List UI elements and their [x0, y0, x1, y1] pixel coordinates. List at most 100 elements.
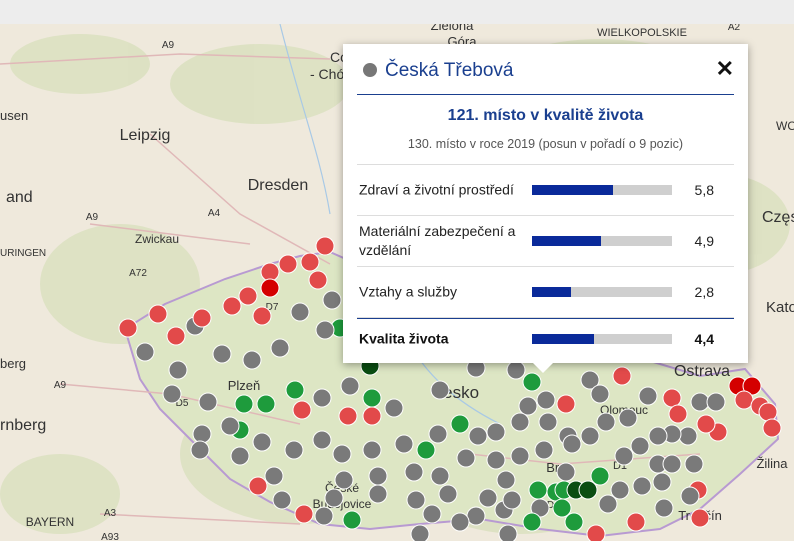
city-marker[interactable]	[252, 432, 272, 452]
city-marker[interactable]	[212, 344, 232, 364]
city-marker[interactable]	[468, 426, 488, 446]
city-marker[interactable]	[338, 406, 358, 426]
city-marker[interactable]	[466, 506, 486, 526]
city-marker[interactable]	[252, 306, 272, 326]
city-marker[interactable]	[292, 400, 312, 420]
city-marker[interactable]	[450, 414, 470, 434]
city-marker[interactable]	[578, 480, 598, 500]
city-marker[interactable]	[222, 296, 242, 316]
city-marker[interactable]	[342, 510, 362, 530]
city-marker[interactable]	[556, 462, 576, 482]
city-marker[interactable]	[248, 476, 268, 496]
city-marker[interactable]	[270, 338, 290, 358]
city-marker[interactable]	[334, 470, 354, 490]
city-marker[interactable]	[662, 454, 682, 474]
city-marker[interactable]	[450, 512, 470, 532]
city-marker[interactable]	[192, 308, 212, 328]
city-marker[interactable]	[340, 376, 360, 396]
city-marker[interactable]	[534, 440, 554, 460]
city-marker[interactable]	[456, 448, 476, 468]
city-marker[interactable]	[610, 480, 630, 500]
city-marker[interactable]	[638, 386, 658, 406]
city-marker[interactable]	[662, 388, 682, 408]
city-marker[interactable]	[626, 512, 646, 532]
city-marker[interactable]	[312, 430, 332, 450]
city-marker[interactable]	[135, 342, 155, 362]
city-marker[interactable]	[478, 488, 498, 508]
city-marker[interactable]	[590, 466, 610, 486]
city-marker[interactable]	[486, 450, 506, 470]
city-marker[interactable]	[256, 394, 276, 414]
city-marker[interactable]	[598, 494, 618, 514]
city-marker[interactable]	[586, 524, 606, 541]
city-marker[interactable]	[510, 412, 530, 432]
city-marker[interactable]	[368, 484, 388, 504]
city-marker[interactable]	[632, 476, 652, 496]
city-marker[interactable]	[612, 366, 632, 386]
city-marker[interactable]	[168, 360, 188, 380]
city-marker[interactable]	[148, 304, 168, 324]
city-marker[interactable]	[552, 498, 572, 518]
city-marker[interactable]	[652, 472, 672, 492]
city-marker[interactable]	[428, 424, 448, 444]
city-marker[interactable]	[308, 270, 328, 290]
city-marker[interactable]	[562, 434, 582, 454]
city-marker[interactable]	[762, 418, 782, 438]
city-marker[interactable]	[198, 392, 218, 412]
city-marker[interactable]	[234, 394, 254, 414]
city-marker[interactable]	[486, 422, 506, 442]
city-marker[interactable]	[706, 392, 726, 412]
city-marker[interactable]	[315, 320, 335, 340]
city-marker[interactable]	[410, 524, 430, 541]
city-marker[interactable]	[362, 440, 382, 460]
city-marker[interactable]	[290, 302, 310, 322]
city-marker[interactable]	[502, 490, 522, 510]
city-marker[interactable]	[300, 252, 320, 272]
city-marker[interactable]	[190, 440, 210, 460]
city-marker[interactable]	[536, 390, 556, 410]
city-marker[interactable]	[324, 488, 344, 508]
city-marker[interactable]	[284, 440, 304, 460]
city-marker[interactable]	[696, 414, 716, 434]
city-marker[interactable]	[322, 290, 342, 310]
city-marker[interactable]	[260, 278, 280, 298]
city-marker[interactable]	[332, 444, 352, 464]
city-marker[interactable]	[285, 380, 305, 400]
city-marker[interactable]	[668, 404, 688, 424]
city-marker[interactable]	[506, 360, 526, 380]
city-marker[interactable]	[242, 350, 262, 370]
city-marker[interactable]	[618, 408, 638, 428]
city-marker[interactable]	[758, 402, 778, 422]
city-marker[interactable]	[680, 486, 700, 506]
city-marker[interactable]	[630, 436, 650, 456]
city-marker[interactable]	[430, 380, 450, 400]
city-marker[interactable]	[510, 446, 530, 466]
city-marker[interactable]	[264, 466, 284, 486]
city-marker[interactable]	[404, 462, 424, 482]
city-marker[interactable]	[272, 490, 292, 510]
city-marker[interactable]	[362, 388, 382, 408]
city-marker[interactable]	[406, 490, 426, 510]
city-marker[interactable]	[294, 504, 314, 524]
city-marker[interactable]	[312, 388, 332, 408]
city-marker[interactable]	[118, 318, 138, 338]
city-marker[interactable]	[690, 392, 710, 412]
close-icon[interactable]: ✕	[716, 56, 734, 82]
city-marker[interactable]	[614, 446, 634, 466]
city-marker[interactable]	[596, 412, 616, 432]
city-marker[interactable]	[384, 398, 404, 418]
city-marker[interactable]	[314, 506, 334, 526]
city-marker[interactable]	[522, 512, 542, 532]
city-marker[interactable]	[564, 512, 584, 532]
city-marker[interactable]	[654, 498, 674, 518]
city-marker[interactable]	[362, 406, 382, 426]
city-marker[interactable]	[278, 254, 298, 274]
city-marker[interactable]	[496, 470, 516, 490]
city-marker[interactable]	[684, 454, 704, 474]
city-marker[interactable]	[260, 262, 280, 282]
city-marker[interactable]	[556, 394, 576, 414]
city-marker[interactable]	[734, 390, 754, 410]
city-marker[interactable]	[438, 484, 458, 504]
city-marker[interactable]	[422, 504, 442, 524]
city-marker[interactable]	[394, 434, 414, 454]
